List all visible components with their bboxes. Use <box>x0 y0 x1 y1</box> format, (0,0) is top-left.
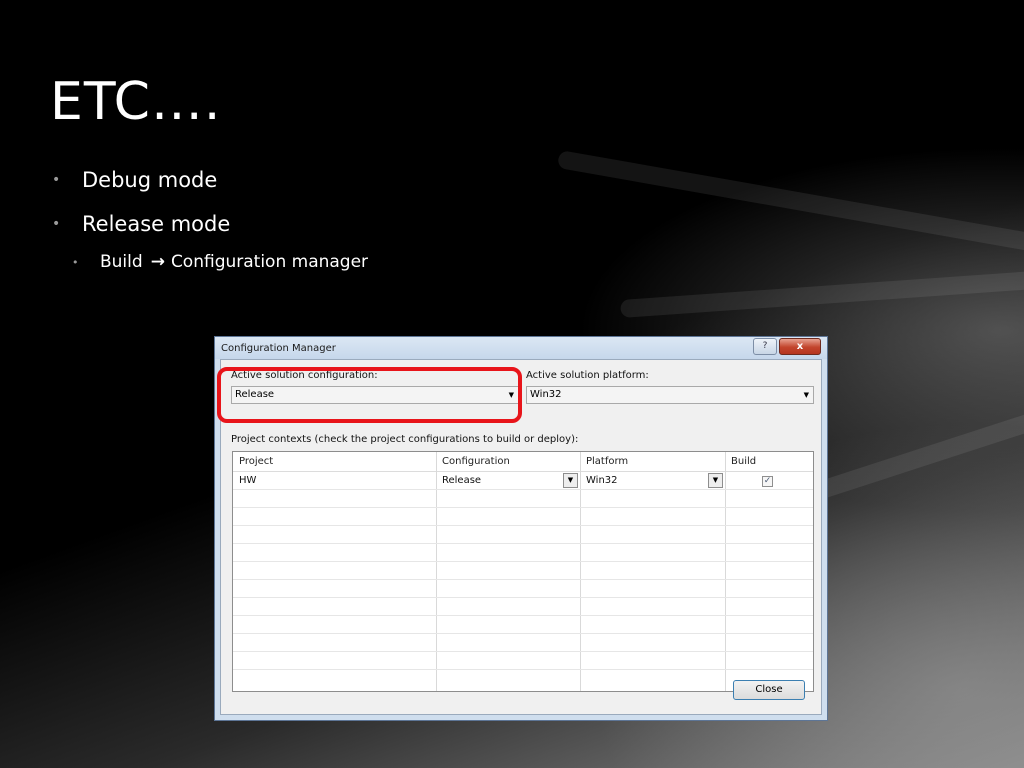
sub-bullet-item: • Build → Configuration manager <box>72 252 368 272</box>
row-divider <box>233 525 813 526</box>
row-divider <box>233 579 813 580</box>
cell-platform[interactable]: Win32 <box>586 475 618 486</box>
column-header-platform[interactable]: Platform <box>586 456 628 467</box>
bullet-item: • Debug mode <box>52 168 368 192</box>
close-button[interactable]: Close <box>733 680 805 700</box>
project-contexts-grid: Project Configuration Platform Build HW … <box>232 451 814 692</box>
chevron-down-icon[interactable]: ▼ <box>563 473 578 488</box>
row-divider <box>233 543 813 544</box>
bullet-text: Debug mode <box>82 168 218 192</box>
row-divider <box>233 633 813 634</box>
column-header-configuration[interactable]: Configuration <box>442 456 510 467</box>
row-divider <box>233 561 813 562</box>
bullet-dot-icon: • <box>52 172 61 188</box>
active-platform-label: Active solution platform: <box>526 370 649 381</box>
column-header-project[interactable]: Project <box>239 456 273 467</box>
active-platform-combo[interactable]: Win32 ▼ <box>526 386 814 404</box>
help-button[interactable]: ? <box>753 338 777 355</box>
dialog-titlebar: Configuration Manager ? x <box>215 337 827 359</box>
close-icon[interactable]: x <box>779 338 821 355</box>
row-divider <box>233 651 813 652</box>
grid-header: Project Configuration Platform Build <box>233 452 813 472</box>
column-divider <box>725 452 726 691</box>
sub-bullet-before: Build <box>100 252 143 272</box>
cell-configuration[interactable]: Release <box>442 475 481 486</box>
bullet-list: • Debug mode • Release mode • Build → Co… <box>52 168 368 272</box>
dialog-title: Configuration Manager <box>221 343 336 354</box>
check-icon[interactable]: ✓ <box>762 476 773 487</box>
bullet-item: • Release mode <box>52 212 368 236</box>
cell-project: HW <box>239 475 257 486</box>
right-arrow-icon: → <box>150 252 165 272</box>
column-divider <box>436 452 437 691</box>
chevron-down-icon: ▼ <box>803 391 809 399</box>
row-divider <box>233 669 813 670</box>
chevron-down-icon[interactable]: ▼ <box>708 473 723 488</box>
column-divider <box>580 452 581 691</box>
row-divider <box>233 597 813 598</box>
column-header-build[interactable]: Build <box>731 456 756 467</box>
project-contexts-label: Project contexts (check the project conf… <box>231 434 579 445</box>
slide-title: ETC…. <box>50 72 222 132</box>
bullet-text: Release mode <box>82 212 231 236</box>
row-divider <box>233 615 813 616</box>
red-highlight-annotation <box>217 367 522 423</box>
bullet-dot-icon: • <box>52 216 61 232</box>
row-divider <box>233 489 813 490</box>
bullet-dot-icon: • <box>72 255 79 269</box>
active-platform-value: Win32 <box>530 389 562 400</box>
row-divider <box>233 507 813 508</box>
sub-bullet-after: Configuration manager <box>170 252 369 272</box>
